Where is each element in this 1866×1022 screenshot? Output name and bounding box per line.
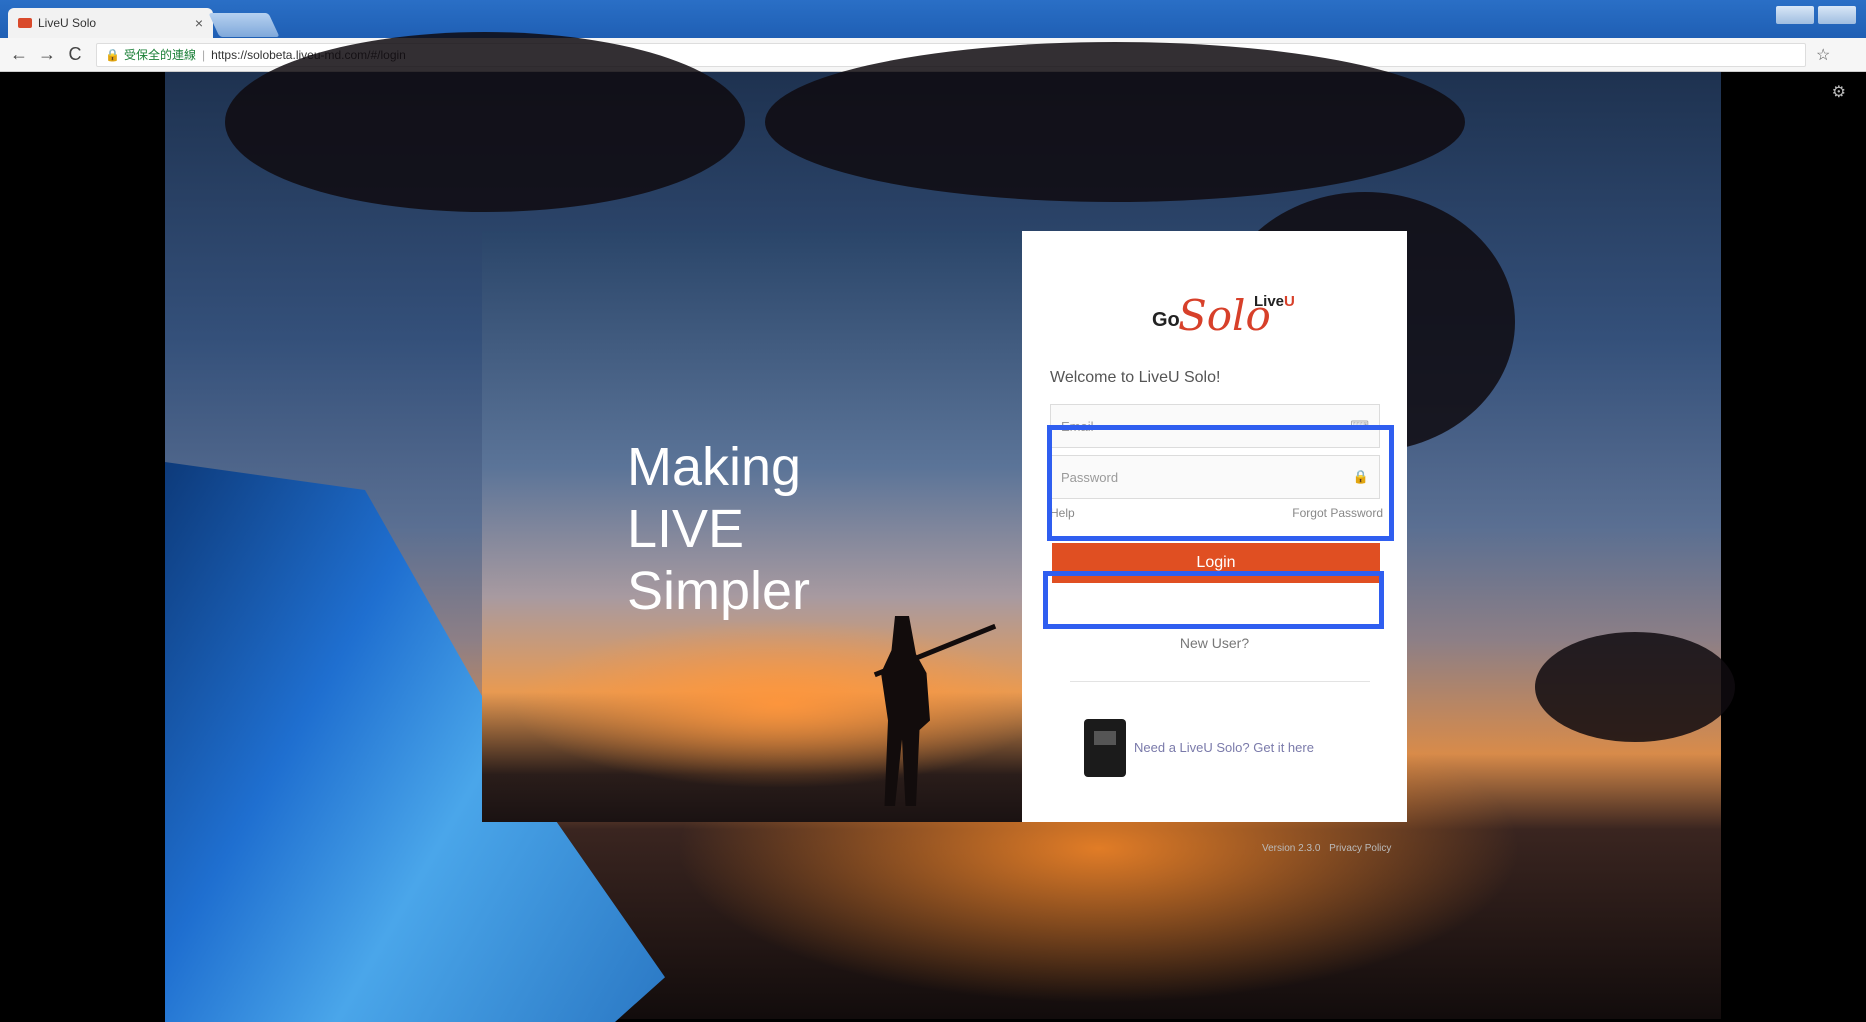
tree-silhouette: [1535, 632, 1735, 742]
divider: [1070, 681, 1370, 682]
welcome-heading: Welcome to LiveU Solo!: [1050, 369, 1221, 386]
tree-silhouette: [225, 32, 745, 212]
get-it-here-link[interactable]: Need a LiveU Solo? Get it here: [1134, 740, 1314, 755]
settings-gear-icon[interactable]: ⚙: [1832, 82, 1846, 102]
logo-u: U: [1284, 293, 1295, 310]
tree-silhouette: [765, 42, 1465, 202]
minimize-button[interactable]: [1776, 6, 1814, 24]
forward-icon[interactable]: →: [38, 44, 56, 65]
login-highlight-box: [1043, 571, 1384, 629]
logo-go: Go: [1152, 309, 1180, 331]
hero-tagline: Making LIVE Simpler: [627, 436, 810, 622]
version-label: Version 2.3.0: [1262, 843, 1321, 854]
hero-image: Making LIVE Simpler: [482, 231, 1022, 822]
url-separator: |: [201, 47, 206, 62]
tab-close-icon[interactable]: ×: [195, 15, 203, 31]
gosolo-logo: Go Solo LiveU: [1132, 289, 1312, 340]
logo-live: Live: [1254, 293, 1285, 310]
reload-icon[interactable]: C: [66, 44, 84, 65]
window-controls: [1776, 6, 1856, 24]
new-user-link[interactable]: New User?: [1022, 635, 1407, 651]
back-icon[interactable]: ←: [10, 44, 28, 65]
browser-tab[interactable]: LiveU Solo ×: [8, 8, 213, 38]
favicon-icon: [18, 18, 32, 28]
logo-liveu: LiveU: [1254, 293, 1295, 310]
tab-title: LiveU Solo: [38, 16, 97, 30]
hiker-silhouette: [881, 616, 930, 806]
privacy-policy-link[interactable]: Privacy Policy: [1329, 843, 1391, 854]
new-tab-button[interactable]: [208, 13, 280, 37]
maximize-button[interactable]: [1818, 6, 1856, 24]
secure-label: 受保全的連線: [123, 48, 196, 62]
hero-line: Making: [627, 437, 802, 497]
footer: Version 2.3.0 Privacy Policy: [1256, 843, 1391, 854]
liveu-device-image: [1084, 719, 1126, 777]
lock-icon: 🔒: [105, 47, 120, 62]
credentials-highlight-box: [1047, 425, 1394, 541]
hero-line: LIVE: [627, 499, 745, 559]
bookmark-star-icon[interactable]: ☆: [1816, 45, 1830, 65]
browser-tabbar: LiveU Solo ×: [0, 0, 1866, 38]
page: ⚙ Making LIVE Simpler Go Solo LiveU Welc…: [0, 32, 1866, 1022]
hero-line: Simpler: [627, 561, 811, 621]
